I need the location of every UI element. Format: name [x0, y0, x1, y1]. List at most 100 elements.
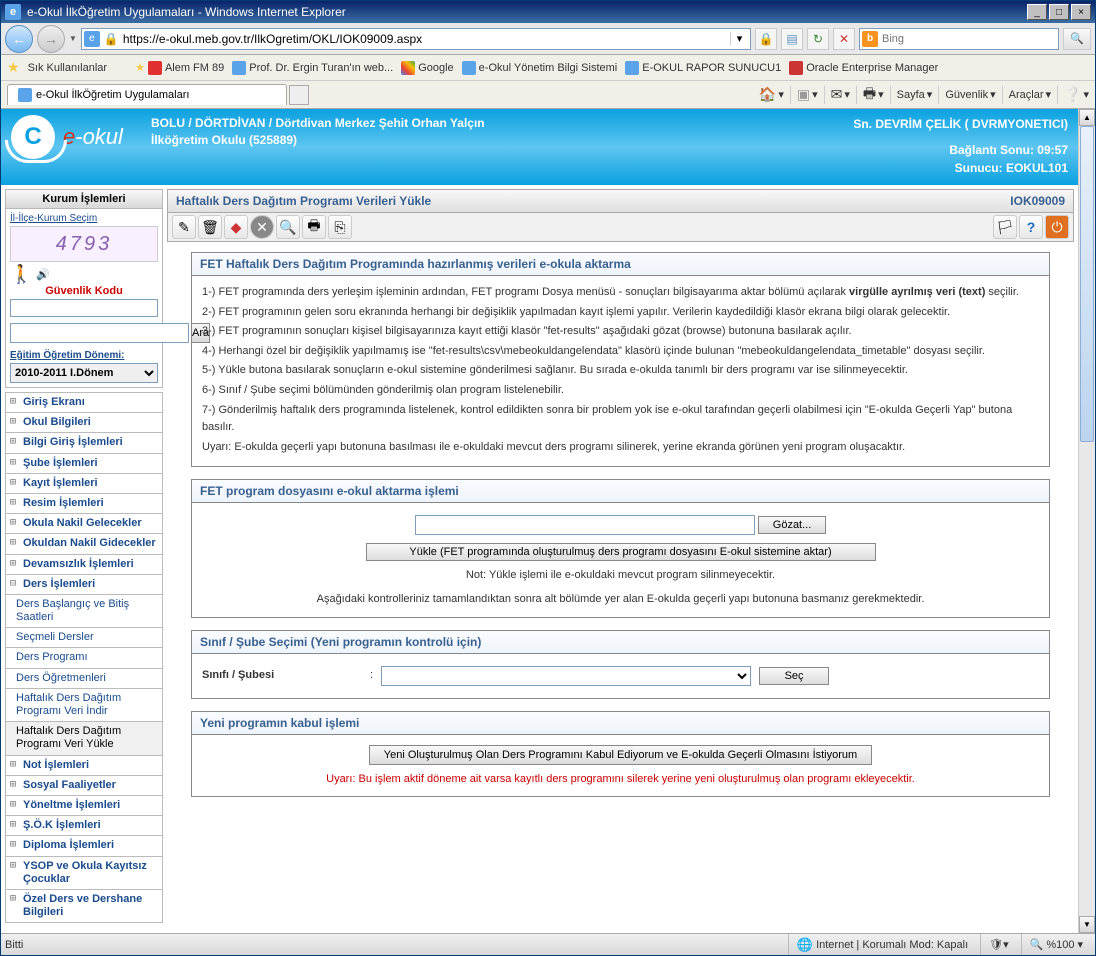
menu-item[interactable]: ⊞Not İşlemleri	[5, 756, 163, 776]
menu-item[interactable]: ⊞Kayıt İşlemleri	[5, 474, 163, 494]
new-tab-button[interactable]	[289, 85, 309, 105]
page-title: Haftalık Ders Dağıtım Programı Verileri …	[176, 194, 431, 208]
favorites-label[interactable]: Sık Kullanılanlar	[28, 62, 108, 74]
back-button[interactable]: ←	[5, 25, 33, 53]
upload-box: FET program dosyasını e-okul aktarma işl…	[191, 479, 1050, 617]
audio-icon[interactable]: 🔊	[36, 268, 50, 281]
help-button[interactable]: ❔▾	[1064, 86, 1089, 103]
power-icon[interactable]: ⏻	[1045, 215, 1069, 239]
submenu-item-active[interactable]: Haftalık Ders Dağıtım Programı Veri Yükl…	[5, 722, 163, 755]
fav-link[interactable]: Google	[401, 61, 453, 75]
tab-active[interactable]: e-Okul İlkÖğretim Uygulamaları	[7, 84, 287, 105]
menu-item[interactable]: ⊞Şube İşlemleri	[5, 454, 163, 474]
vertical-scrollbar[interactable]: ▲ ▼	[1078, 109, 1095, 933]
submenu-item[interactable]: Seçmeli Dersler	[5, 628, 163, 648]
scroll-down-button[interactable]: ▼	[1079, 916, 1095, 933]
fav-link[interactable]: ★Alem FM 89	[135, 61, 224, 75]
menu-item[interactable]: ⊞Sosyal Faaliyetler	[5, 776, 163, 796]
instruction-line: 1-) FET programında ders yerleşim işlemi…	[202, 284, 1039, 302]
menu-item[interactable]: ⊞Giriş Ekranı	[5, 392, 163, 413]
forward-button[interactable]: →	[37, 25, 65, 53]
minimize-button[interactable]: _	[1027, 4, 1047, 20]
menu-item[interactable]: ⊞YSOP ve Okula Kayıtsız Çocuklar	[5, 857, 163, 890]
ie-icon: e	[5, 4, 21, 20]
security-code-input[interactable]	[10, 299, 158, 317]
browse-button[interactable]: Gözat...	[758, 516, 827, 534]
address-bar[interactable]: e 🔒 ▾	[81, 28, 751, 50]
menu-item[interactable]: ⊞Ş.Ö.K İşlemleri	[5, 816, 163, 836]
menu-item-ders[interactable]: ⊟Ders İşlemleri	[5, 575, 163, 595]
search-input[interactable]	[882, 33, 1056, 45]
menu-item[interactable]: ⊞Özel Ders ve Dershane Bilgileri	[5, 890, 163, 923]
select-button[interactable]: Seç	[759, 667, 829, 685]
zoom-control[interactable]: 🔍 %100 ▾	[1021, 934, 1091, 955]
home-button[interactable]: 🏠▾	[759, 86, 784, 103]
delete-icon[interactable]: 🗑	[198, 215, 222, 239]
fav-link[interactable]: Oracle Enterprise Manager	[789, 61, 938, 75]
close-button[interactable]: ×	[1071, 4, 1091, 20]
safety-menu[interactable]: Güvenlik▾	[945, 88, 995, 101]
page-menu[interactable]: Sayfa▾	[897, 88, 933, 101]
print-button[interactable]: 🖶▾	[863, 83, 884, 107]
menu-item[interactable]: ⊞Okuldan Nakil Gidecekler	[5, 534, 163, 554]
status-text: Bitti	[5, 939, 23, 951]
search-box[interactable]: b	[859, 28, 1059, 50]
instruction-line: 3-) FET programının sonuçları kişisel bi…	[202, 323, 1039, 341]
sidebar-title: Kurum İşlemleri	[6, 190, 162, 209]
menu-item[interactable]: ⊞Diploma İşlemleri	[5, 836, 163, 856]
session-timeout: Bağlantı Sonu: 09:57	[853, 141, 1068, 159]
ssl-lock-icon[interactable]: 🔒	[755, 28, 777, 50]
term-select[interactable]: 2010-2011 I.Dönem	[10, 363, 158, 383]
flag-icon[interactable]: 🏳	[993, 215, 1017, 239]
fav-link[interactable]: e-Okul Yönetim Bilgi Sistemi	[462, 61, 618, 75]
window-title: e-Okul İlkÖğretim Uygulamaları - Windows…	[27, 5, 1027, 19]
menu-item[interactable]: ⊞Okul Bilgileri	[5, 413, 163, 433]
page-code: IOK09009	[1010, 194, 1065, 208]
feeds-button[interactable]: ▣▾	[797, 86, 818, 103]
url-dropdown[interactable]: ▾	[730, 32, 748, 45]
submenu-item[interactable]: Haftalık Ders Dağıtım Programı Veri İndi…	[5, 689, 163, 722]
submenu-item[interactable]: Ders Öğretmenleri	[5, 669, 163, 689]
erase-icon[interactable]: ◆	[224, 215, 248, 239]
file-input[interactable]	[415, 515, 755, 535]
submenu-item[interactable]: Ders Programı	[5, 648, 163, 668]
url-input[interactable]	[123, 32, 726, 46]
district-select-link[interactable]: İl-İlçe-Kurum Seçim	[10, 213, 158, 224]
tab-icon	[18, 88, 32, 102]
search-button[interactable]: 🔍	[1063, 28, 1091, 50]
scroll-up-button[interactable]: ▲	[1079, 109, 1095, 126]
menu-item[interactable]: ⊞Okula Nakil Gelecekler	[5, 514, 163, 534]
class-select[interactable]	[381, 666, 751, 686]
scroll-thumb[interactable]	[1080, 126, 1094, 442]
export-icon[interactable]: ⎘	[328, 215, 352, 239]
print-icon[interactable]: 🖶	[302, 215, 326, 239]
menu-item[interactable]: ⊞Bilgi Giriş İşlemleri	[5, 433, 163, 453]
upload-button[interactable]: Yükle (FET programında oluşturulmuş ders…	[366, 543, 876, 561]
search-icon[interactable]: 🔍	[276, 215, 300, 239]
menu-item[interactable]: ⊞Resim İşlemleri	[5, 494, 163, 514]
sidebar-search-input[interactable]	[10, 323, 189, 343]
favorites-star-icon[interactable]: ★	[7, 59, 20, 76]
maximize-button[interactable]: □	[1049, 4, 1069, 20]
cancel-icon[interactable]: ✕	[250, 215, 274, 239]
fav-link[interactable]: E-OKUL RAPOR SUNUCU1	[625, 61, 781, 75]
compat-view-icon[interactable]: ▤	[781, 28, 803, 50]
sidebar: Kurum İşlemleri İl-İlçe-Kurum Seçim 4793…	[5, 189, 163, 923]
lock-icon: 🔒	[104, 32, 119, 46]
fav-link[interactable]: Prof. Dr. Ergin Turan'ın web...	[232, 61, 393, 75]
help-icon[interactable]: ?	[1019, 215, 1043, 239]
history-dropdown[interactable]: ▼	[69, 34, 77, 43]
accept-warning: Uyarı: Bu işlem aktif döneme ait varsa k…	[202, 771, 1039, 789]
mail-button[interactable]: ✉▾	[831, 86, 850, 103]
stop-button[interactable]: ✕	[833, 28, 855, 50]
school-name: İlköğretim Okulu (525889)	[151, 132, 853, 149]
submenu-item[interactable]: Ders Başlangıç ve Bitiş Saatleri	[5, 595, 163, 628]
menu-item[interactable]: ⊞Devamsızlık İşlemleri	[5, 555, 163, 575]
accept-button[interactable]: Yeni Oluşturulmuş Olan Ders Programını K…	[369, 745, 872, 765]
refresh-button[interactable]: ↻	[807, 28, 829, 50]
protected-mode-icon[interactable]: 🛡▾	[980, 934, 1017, 955]
accessibility-icon[interactable]: 🚶	[10, 264, 32, 285]
menu-item[interactable]: ⊞Yöneltme İşlemleri	[5, 796, 163, 816]
edit-icon[interactable]: ✎	[172, 215, 196, 239]
tools-menu[interactable]: Araçlar▾	[1009, 88, 1051, 101]
